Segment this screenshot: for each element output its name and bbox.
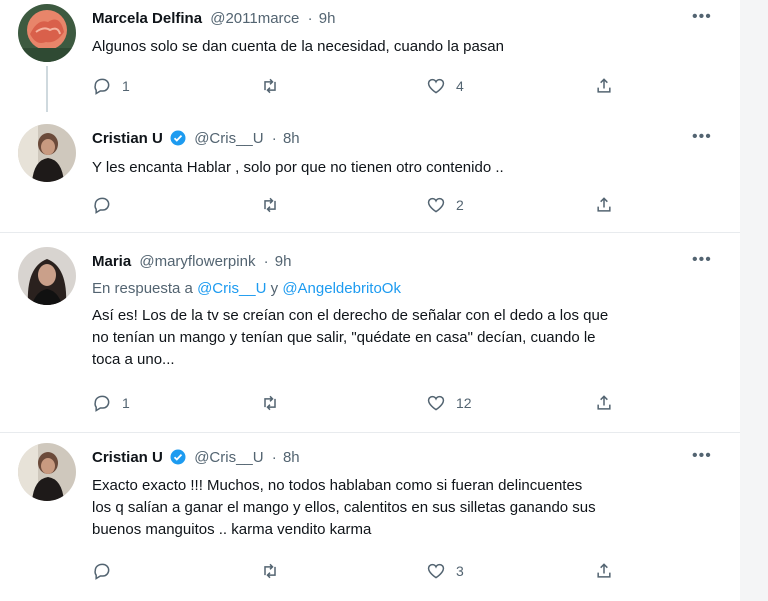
avatar-maria[interactable] [18,247,76,305]
like-count: 2 [456,197,464,213]
reply-button[interactable] [92,560,122,582]
reply-icon [94,395,110,412]
reply-icon [94,78,110,95]
tweet-time[interactable]: 8h [283,130,300,147]
like-icon [427,395,445,411]
reply-count: 1 [122,395,130,411]
tweet-text-line: Exacto exacto !!! Muchos, no todos habla… [92,477,583,494]
page-edge [740,0,768,601]
separator-dot: · [307,10,313,27]
reply-count: 1 [122,78,130,94]
author-name[interactable]: Cristian U [92,449,163,466]
author-name[interactable]: Maria [92,253,131,270]
more-icon[interactable]: ••• [692,447,712,465]
share-button[interactable] [594,75,614,97]
author-handle[interactable]: @Cris__U [194,449,263,466]
share-icon [597,197,611,212]
tweet-actions: 1 4 [92,75,632,97]
tweet-header: Maria @maryflowerpink · 9h [92,253,291,270]
retweet-icon [264,78,276,94]
share-button[interactable] [594,194,614,216]
tweet-4[interactable]: Cristian U @Cris__U · 8h ••• Exacto exac… [0,433,740,601]
reply-prefix: En respuesta a [92,280,193,297]
tweet-text-line: los q salían a ganar el mango y ellos, c… [92,499,596,516]
like-count: 4 [456,78,464,94]
tweet-actions: 3 [92,560,632,582]
reply-context: En respuesta a @Cris__U y @AngeldebritoO… [92,280,401,297]
more-icon[interactable]: ••• [692,8,712,26]
author-name[interactable]: Marcela Delfina [92,10,202,27]
like-count: 3 [456,563,464,579]
tweet-text-line: Así es! Los de la tv se creían con el de… [92,307,609,324]
like-icon [427,78,445,94]
timeline: Marcela Delfina @2011marce · 9h ••• Algu… [0,0,740,601]
tweet-header: Marcela Delfina @2011marce · 9h [92,10,335,27]
reply-and: y [270,280,279,297]
tweet-text: Exacto exacto !!! Muchos, no todos habla… [92,475,712,541]
retweet-button[interactable] [260,194,290,216]
retweet-button[interactable] [260,75,290,97]
tweet-text: Algunos solo se dan cuenta de la necesid… [92,38,504,55]
avatar-cristian[interactable] [18,443,76,501]
tweet-actions: 2 [92,194,632,216]
tweet-time[interactable]: 9h [319,10,336,27]
author-handle[interactable]: @Cris__U [194,130,263,147]
separator-dot: · [271,449,277,466]
reply-icon [94,197,110,214]
author-handle[interactable]: @2011marce [210,10,299,27]
author-handle[interactable]: @maryflowerpink [139,253,255,270]
thread-line [46,66,48,112]
tweet-time[interactable]: 8h [283,449,300,466]
tweet-text-line: buenos manguitos .. karma vendito karma [92,521,372,538]
tweet-text-line: no tenían un mango y tenían que salir, "… [92,329,596,346]
tweet-header: Cristian U @Cris__U · 8h [92,130,300,147]
share-icon [597,78,611,93]
like-button[interactable]: 12 [426,392,472,414]
reply-button[interactable]: 1 [92,392,130,414]
tweet-text-line: toca a uno... [92,351,175,368]
tweet-time[interactable]: 9h [275,253,292,270]
avatar-marcela[interactable] [18,4,76,62]
share-button[interactable] [594,392,614,414]
tweet-3[interactable]: Maria @maryflowerpink · 9h ••• En respue… [0,233,740,433]
share-icon [597,395,611,410]
like-icon [427,197,445,213]
retweet-icon [264,197,276,213]
like-count: 12 [456,395,472,411]
tweet-actions: 1 12 [92,392,632,414]
like-button[interactable]: 4 [426,75,464,97]
mention-link[interactable]: @Cris__U [197,280,266,297]
reply-button[interactable] [92,194,122,216]
author-name[interactable]: Cristian U [92,130,163,147]
tweet-header: Cristian U @Cris__U · 8h [92,449,300,466]
like-button[interactable]: 3 [426,560,464,582]
reply-button[interactable]: 1 [92,75,130,97]
avatar-cristian[interactable] [18,124,76,182]
tweet-text: Y les encanta Hablar , solo por que no t… [92,159,504,176]
retweet-icon [264,395,276,411]
retweet-button[interactable] [260,560,290,582]
more-icon[interactable]: ••• [692,128,712,146]
more-icon[interactable]: ••• [692,251,712,269]
share-icon [597,563,611,578]
tweet-1[interactable]: Marcela Delfina @2011marce · 9h ••• Algu… [0,0,740,112]
verified-badge-icon [170,130,186,146]
like-icon [427,563,445,579]
retweet-button[interactable] [260,392,290,414]
verified-badge-icon [170,449,186,465]
reply-icon [94,563,110,580]
tweet-2[interactable]: Cristian U @Cris__U · 8h ••• Y les encan… [0,112,740,232]
like-button[interactable]: 2 [426,194,464,216]
retweet-icon [264,563,276,579]
share-button[interactable] [594,560,614,582]
mention-link[interactable]: @AngeldebritoOk [282,280,401,297]
separator-dot: · [263,253,269,270]
tweet-text: Así es! Los de la tv se creían con el de… [92,305,712,371]
separator-dot: · [271,130,277,147]
